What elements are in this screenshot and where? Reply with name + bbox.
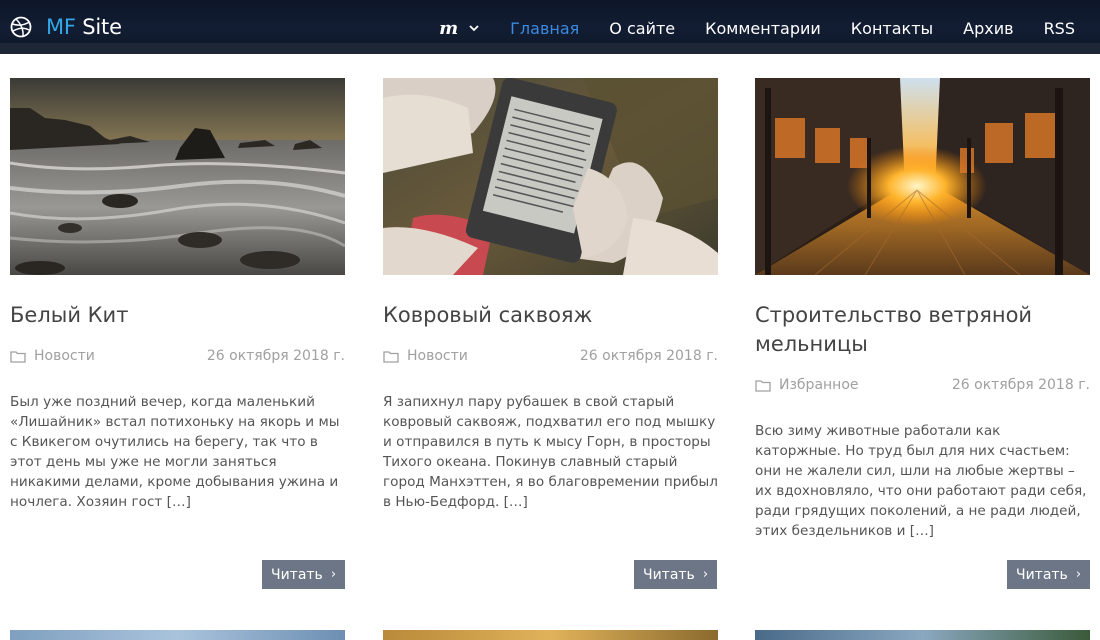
post-excerpt: Всю зиму животные работали как каторжные… [755,421,1090,541]
site-title-accent: MF [46,15,76,39]
read-more-link[interactable]: […] [167,494,191,510]
nav-rss[interactable]: RSS [1044,19,1075,38]
read-button[interactable]: Читать › [1007,560,1090,589]
post-card: Строительство ветряной мельницы Избранно… [755,78,1090,541]
post-meta: Избранное 26 октября 2018 г. [755,375,1090,395]
read-button[interactable]: Читать › [262,560,345,589]
chevron-right-icon: › [330,567,337,582]
read-more-link[interactable]: […] [910,523,934,539]
site-header: MF Site m Главная О сайте Комментарии Ко… [0,0,1100,54]
nav-contacts[interactable]: Контакты [851,19,933,38]
post-card: Ковровый саквояж Новости 26 октября 2018… [383,78,718,512]
folder-icon [383,350,399,363]
post-category-label: Избранное [779,377,859,393]
post-title[interactable]: Ковровый саквояж [383,301,718,330]
post-thumbnail-next[interactable] [383,630,718,640]
post-category[interactable]: Новости [383,348,468,364]
post-category-label: Новости [407,348,468,364]
post-excerpt-text: Я запихнул пару рубашек в свой старый ко… [383,394,718,510]
dribbble-ball-icon [10,16,32,38]
post-date: 26 октября 2018 г. [206,348,345,364]
site-brand[interactable]: MF Site [10,14,122,40]
post-excerpt-text: Всю зиму животные работали как каторжные… [755,423,1087,539]
post-thumbnail-rocky-sea-shore[interactable] [10,78,345,275]
post-thumbnail-next[interactable] [755,630,1090,640]
post-meta: Новости 26 октября 2018 г. [10,346,345,366]
nav-archive[interactable]: Архив [963,19,1013,38]
main-nav: m Главная О сайте Комментарии Контакты А… [439,14,1100,42]
post-card: Белый Кит Новости 26 октября 2018 г. Был… [10,78,345,512]
post-category-label: Новости [34,348,95,364]
post-category[interactable]: Избранное [755,377,859,393]
post-excerpt-text: Был уже поздний вечер, когда маленький «… [10,394,340,510]
nav-about[interactable]: О сайте [609,19,675,38]
post-excerpt: Был уже поздний вечер, когда маленький «… [10,392,345,512]
read-button-label: Читать [642,566,695,583]
post-date: 26 октября 2018 г. [951,377,1090,393]
read-button[interactable]: Читать › [634,560,717,589]
post-thumbnail-sunset-city-street[interactable] [755,78,1090,275]
site-title-rest: Site [75,15,122,39]
chevron-right-icon: › [702,567,709,582]
lang-logo[interactable]: m [439,18,458,39]
folder-icon [10,350,26,363]
chevron-down-icon[interactable] [468,22,480,34]
site-title: MF Site [46,15,122,39]
post-thumbnail-next[interactable] [10,630,345,640]
nav-home[interactable]: Главная [510,19,579,38]
post-thumbnail-hand-holding-ereader[interactable] [383,78,718,275]
chevron-right-icon: › [1075,567,1082,582]
post-excerpt: Я запихнул пару рубашек в свой старый ко… [383,392,718,512]
post-title[interactable]: Белый Кит [10,301,345,330]
post-date: 26 октября 2018 г. [579,348,718,364]
post-category[interactable]: Новости [10,348,95,364]
post-title[interactable]: Строительство ветряной мельницы [755,301,1090,359]
post-meta: Новости 26 октября 2018 г. [383,346,718,366]
read-more-link[interactable]: […] [504,494,528,510]
read-button-label: Читать [270,566,323,583]
read-button-label: Читать [1015,566,1068,583]
folder-icon [755,379,771,392]
nav-comments[interactable]: Комментарии [705,19,821,38]
